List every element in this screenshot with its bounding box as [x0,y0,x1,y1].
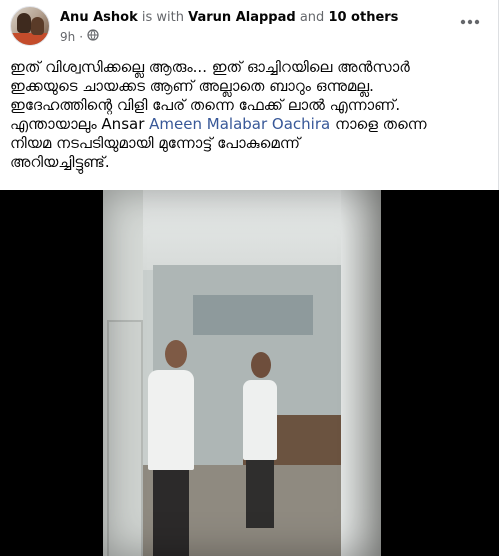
author-name[interactable]: Anu Ashok [60,10,138,25]
mention-link[interactable]: Ameen Malabar Oachira [149,115,330,133]
more-options-icon[interactable] [456,12,484,32]
post-author-line: Anu Ashok is with Varun Alappad and 10 o… [60,9,398,26]
video-frame [103,190,381,556]
post-timestamp[interactable]: 9h [60,30,75,45]
post-text-segment: എന്തായാലും Ansar [10,115,145,133]
dot-separator: · [79,29,84,44]
post-line: ഇത് വിശ്വസിക്കല്ലെ ആരും... ഇത് ഓച്ചിറയില… [10,58,410,76]
post-header: Anu Ashok is with Varun Alappad and 10 o… [10,6,490,50]
post-line-with-mention: എന്തായാലും Ansar Ameen Malabar Oachira ന… [10,115,490,134]
post-line: നിയമ നടപടിയുമായി മുന്നോട്ട് പോകുമെന്ന് [10,134,301,152]
video-player[interactable] [0,190,499,556]
post-line: അറിയച്ചിട്ടുണ്ട്. [10,153,110,171]
post-meta: 9h · [60,29,99,45]
tagged-others[interactable]: 10 others [328,10,398,25]
tagged-person[interactable]: Varun Alappad [188,10,296,25]
globe-icon [87,29,99,45]
with-text: is with [141,10,184,25]
post-text-segment: നാളെ തന്നെ [334,115,427,133]
facebook-post: Anu Ashok is with Varun Alappad and 10 o… [0,0,499,556]
and-text: and [299,10,325,25]
avatar[interactable] [10,6,50,46]
post-body: ഇത് വിശ്വസിക്കല്ലെ ആരും... ഇത് ഓച്ചിറയില… [10,58,490,172]
post-line: ഇദേഹത്തിന്റെ വിളി പേര് തന്നെ ഫേക്ക് ലാൽ … [10,96,401,114]
post-line: ഇക്കയുടെ ചായക്കട ആണ് അല്ലാതെ ബാറും ഒന്നു… [10,77,374,95]
